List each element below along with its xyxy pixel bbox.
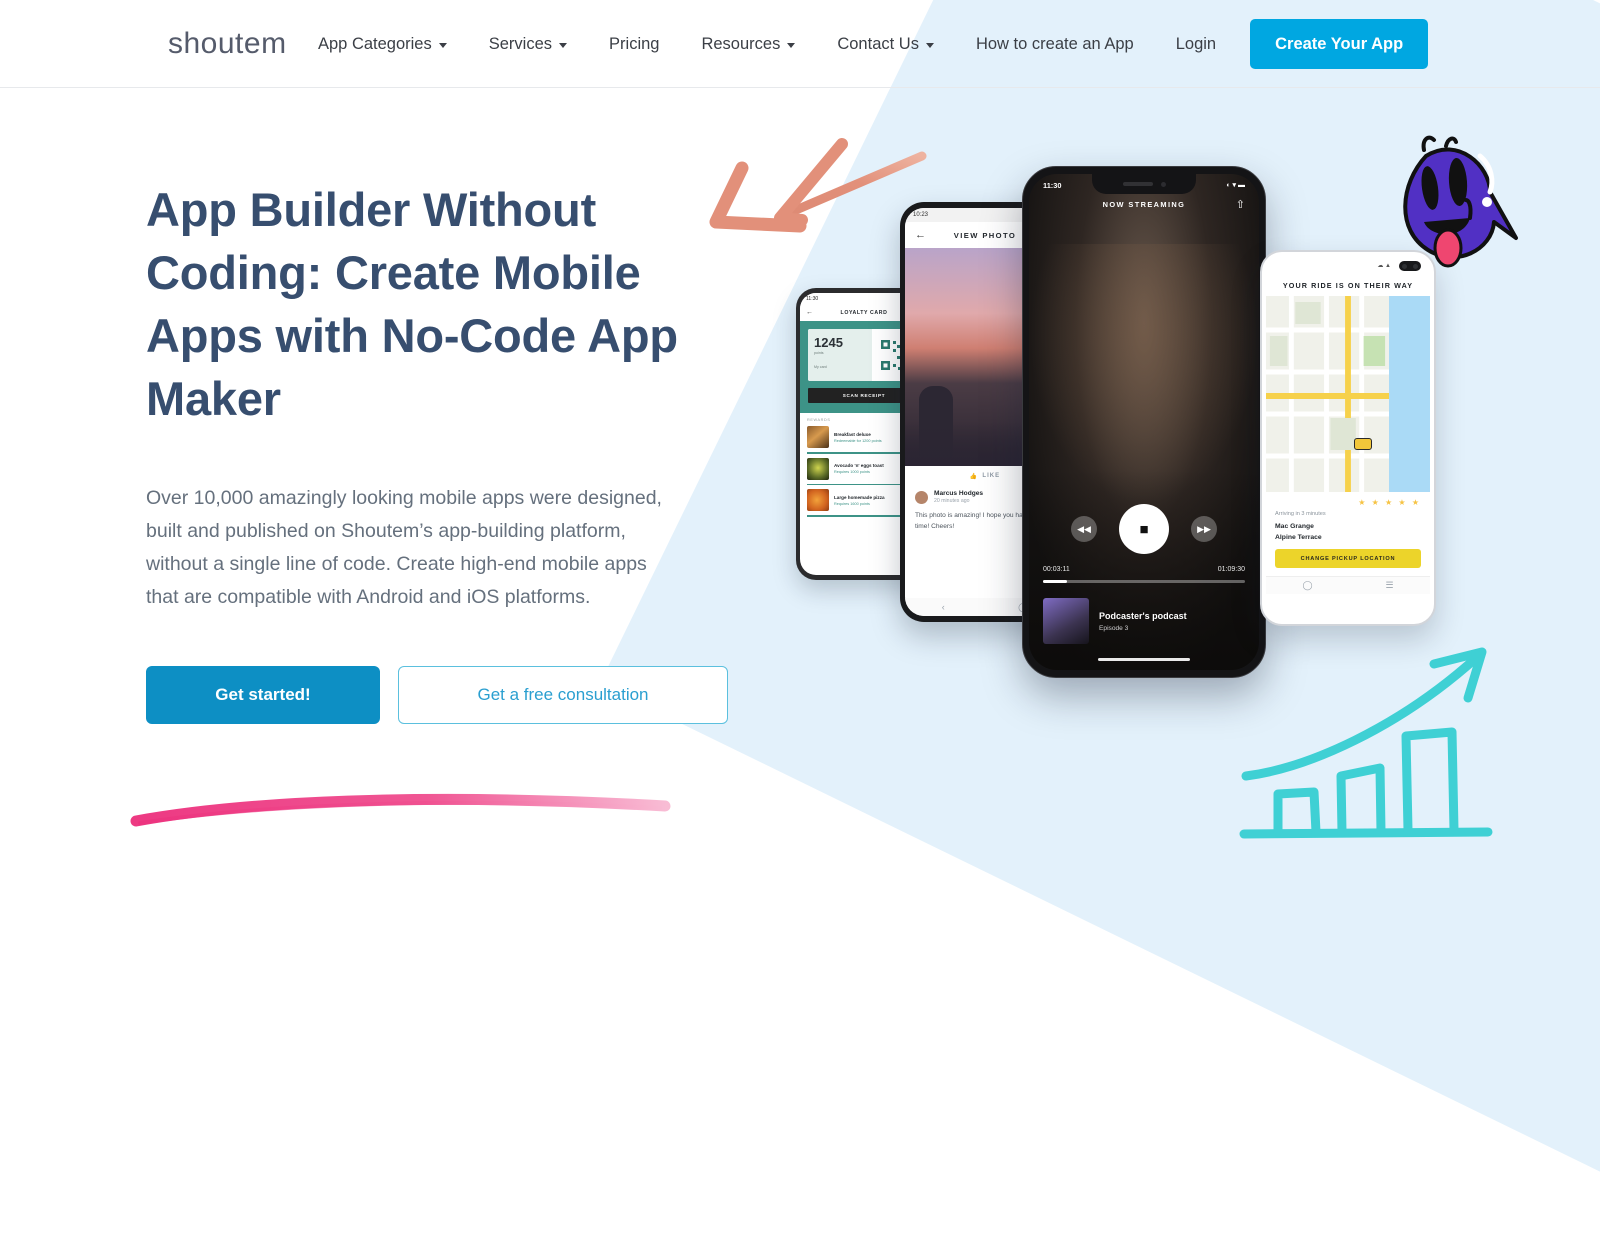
nav-item-services[interactable]: Services [488,34,568,54]
back-nav-icon[interactable]: ‹ [942,602,945,612]
elapsed-time: 00:03:11 [1043,566,1070,573]
loyalty-points-block: 1245 points My card [808,329,872,381]
mascot-blob-icon [1403,135,1518,268]
nav-label: Contact Us [837,34,919,53]
nav-label: Login [1175,34,1217,53]
get-started-button[interactable]: Get started! [146,666,380,724]
reward-thumbnail [807,457,829,480]
pink-brush-underline [130,793,671,827]
nav-item-login[interactable]: Login [1176,35,1216,54]
player-controls: ◀◀ ■ ▶▶ [1029,504,1259,554]
thumbs-up-icon: 👍 [969,473,979,480]
map-view[interactable] [1266,296,1430,492]
ride-info-card: ★ ★ ★ ★ ★ Arriving in 3 minutes Mac Gran… [1266,492,1430,576]
chevron-down-icon [925,42,934,48]
reward-meta: Requires 1600 points [834,501,870,506]
site-header: shoutem App Categories Services Pricing … [0,0,1600,88]
reward-thumbnail [807,426,829,448]
progress-fill [1043,580,1068,583]
map-screen: ☁ ▲ YOUR RIDE IS ON THEIR WAY ★ ★ ★ ★ ★ … [1266,257,1430,619]
nav-item-how-to-create-an-app[interactable]: How to create an App [976,35,1134,54]
hero-description: Over 10,000 amazingly looking mobile app… [146,487,662,608]
stop-button[interactable]: ■ [1119,504,1169,554]
phone-mockup-podcast: 11:30 ◐ ▾ ▬ NOW STREAMING ⇧ ◀◀ ■ ▶▶ 00:0… [1022,166,1266,678]
hero-content: App Builder Without Coding: Create Mobil… [146,178,746,724]
coral-arrow-icon [709,138,927,233]
reward-name: Breakfast deluxe [834,431,871,437]
pickup-line-2: Alpine Terrace [1275,534,1322,541]
nav-label: Resources [701,34,781,53]
rating-stars: ★ ★ ★ ★ ★ [1358,498,1421,507]
track-artwork [1043,598,1089,644]
reward-meta: Requires 1000 points [834,470,870,475]
chevron-down-icon [787,42,796,48]
loyalty-points-value: 1245 [814,335,843,350]
track-title: Podcaster's podcast [1099,610,1187,621]
hero-cta-row: Get started! Get a free consultation [146,666,746,724]
nav-label: Pricing [609,34,660,53]
chevron-down-icon [438,42,447,48]
phone-mockup-map: ☁ ▲ YOUR RIDE IS ON THEIR WAY ★ ★ ★ ★ ★ … [1260,250,1436,626]
reward-thumbnail [807,489,829,512]
podcast-header: NOW STREAMING [1029,200,1259,209]
now-streaming-label: NOW STREAMING [1102,200,1186,209]
nav-label: Services [488,34,553,53]
logo-text: shoutem [168,27,287,60]
photo-screen-title: VIEW PHOTO [953,230,1017,240]
share-icon[interactable]: ⇧ [1236,198,1245,211]
status-icons: ◐ ▾ ▬ [1226,182,1245,189]
loyalty-points-label: points [814,351,824,355]
nav-label: How to create an App [975,34,1134,53]
podcast-status-time: 11:30 [1043,180,1062,190]
avatar [915,490,928,504]
reward-name: Avocado 'n' eggs toast [834,463,884,469]
nav-label: App Categories [318,34,432,53]
chevron-down-icon [559,42,568,48]
recents-nav-icon[interactable]: ☰ [1385,580,1393,591]
nav-item-pricing[interactable]: Pricing [609,35,659,54]
page-title: App Builder Without Coding: Create Mobil… [146,183,678,425]
home-nav-icon[interactable]: ◯ [1302,580,1312,591]
like-label: LIKE [982,473,1001,479]
total-duration: 01:09:30 [1217,566,1245,573]
pickup-line-1: Mac Grange [1275,523,1314,530]
back-arrow-icon[interactable]: ← [806,309,813,316]
podcast-screen: 11:30 ◐ ▾ ▬ NOW STREAMING ⇧ ◀◀ ■ ▶▶ 00:0… [1029,174,1259,670]
loyalty-screen-title: LOYALTY CARD [840,309,888,316]
nav-item-contact-us[interactable]: Contact Us [837,35,934,54]
player-times: 00:03:11 01:09:30 [1043,566,1245,573]
nav-item-resources[interactable]: Resources [701,34,796,54]
progress-bar[interactable] [1043,580,1245,583]
rewind-button[interactable]: ◀◀ [1071,516,1097,542]
track-meta[interactable]: Podcaster's podcast Episode 3 [1043,598,1187,644]
home-indicator [1098,657,1190,661]
logo[interactable]: shoutem [168,22,288,66]
create-your-app-button[interactable]: Create Your App [1250,19,1429,69]
growth-chart-doodle-icon [1239,647,1493,839]
loyalty-card-label: My card [814,365,827,369]
map-graphic [1266,296,1430,492]
change-pickup-location-button[interactable]: CHANGE PICKUP LOCATION [1275,549,1421,568]
taxi-icon [1354,438,1372,450]
eta-text: Arriving in 3 minutes [1275,511,1326,517]
nav-item-app-categories[interactable]: App Categories [318,35,447,54]
comment-author: Marcus Hodges [934,490,984,497]
android-nav-bar: ◯ ☰ [1266,576,1430,594]
main-navigation: App Categories Services Pricing Resource… [318,0,1429,88]
track-subtitle: Episode 3 [1099,624,1129,632]
podcast-status-bar: 11:30 ◐ ▾ ▬ [1029,177,1259,193]
get-free-consultation-button[interactable]: Get a free consultation [398,666,728,724]
loyalty-status-time: 11:30 [806,295,819,302]
reward-name: Large homemade pizza [834,494,885,500]
reward-meta: Redeemable for 1200 points [834,438,882,443]
fast-forward-button[interactable]: ▶▶ [1191,516,1217,542]
comment-timestamp: 20 minutes ago [934,498,970,504]
